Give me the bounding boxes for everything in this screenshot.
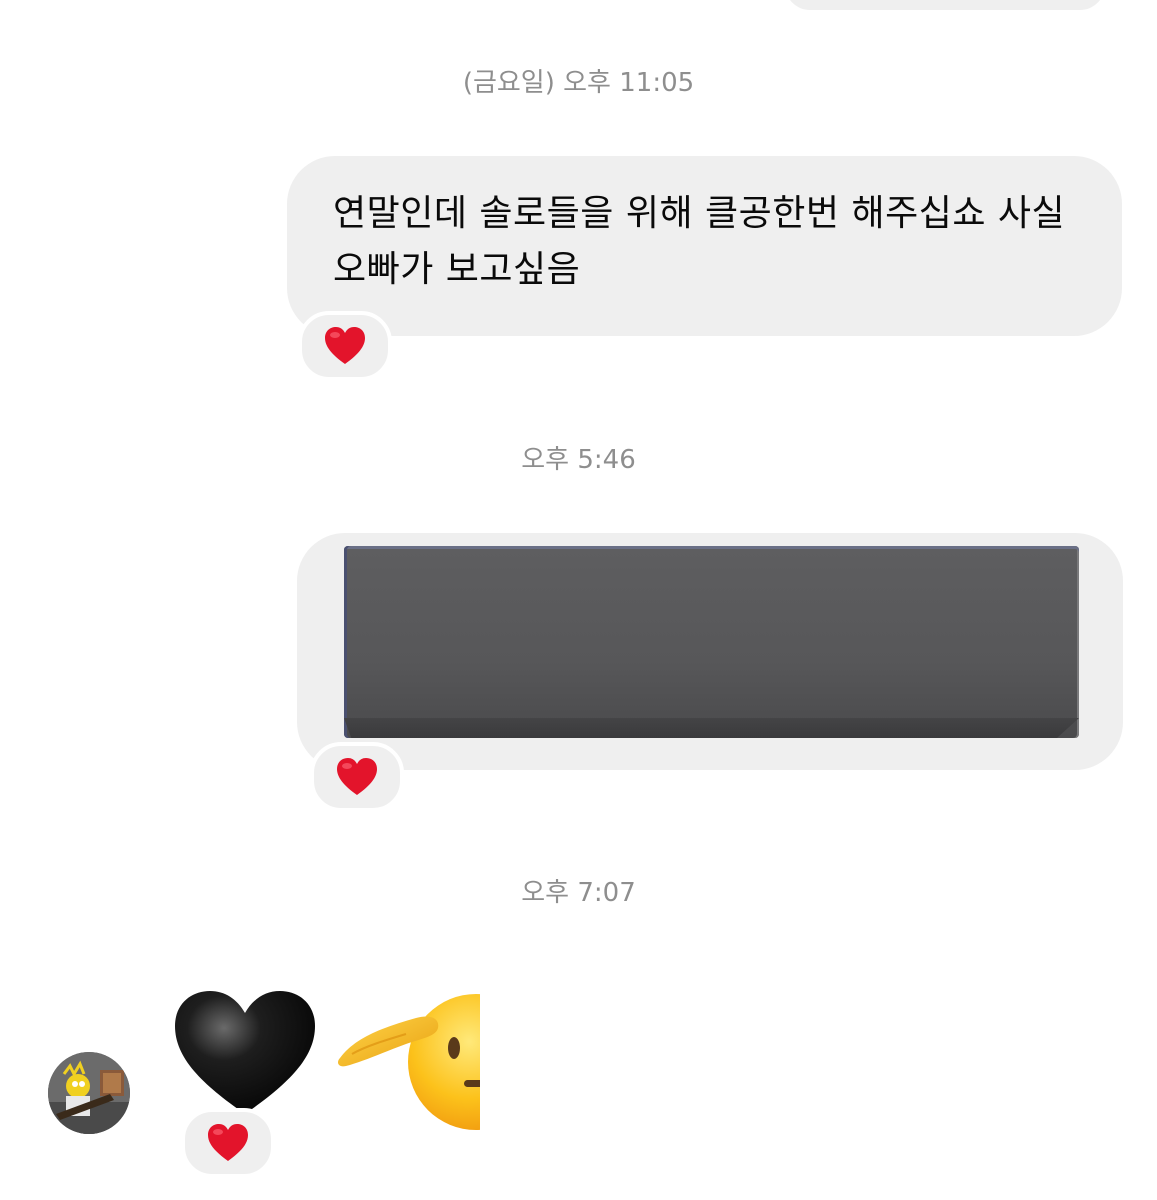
timestamp-friday: (금요일) 오후 11:05 [462, 68, 695, 98]
timestamp-546: 오후 5:46 [521, 445, 636, 475]
avatar[interactable] [48, 1052, 130, 1134]
message-reaction[interactable] [298, 311, 392, 381]
black-heart-icon[interactable] [172, 988, 318, 1118]
red-heart-icon [208, 1124, 248, 1161]
message-text: 연말인데 솔로들을 위해 클공한번 해주십쇼 사실 오빠가 보고싶음 [333, 193, 1066, 290]
red-heart-icon [325, 327, 365, 364]
saluting-face-icon[interactable] [336, 990, 480, 1130]
shared-image[interactable] [344, 546, 1079, 738]
outgoing-text-message[interactable]: 연말인데 솔로들을 위해 클공한번 해주십쇼 사실 오빠가 보고싶음 [287, 156, 1122, 336]
black-heart-graphic [175, 991, 315, 1114]
emoji-reaction[interactable] [181, 1108, 275, 1178]
avatar-image [48, 1052, 130, 1134]
timestamp-707: 오후 7:07 [521, 878, 636, 908]
image-reaction[interactable] [310, 742, 404, 812]
shared-image-edge [344, 718, 1079, 738]
previous-message-bubble[interactable] [785, 0, 1105, 10]
saluting-face-graphic [338, 994, 480, 1130]
red-heart-icon [337, 758, 377, 795]
